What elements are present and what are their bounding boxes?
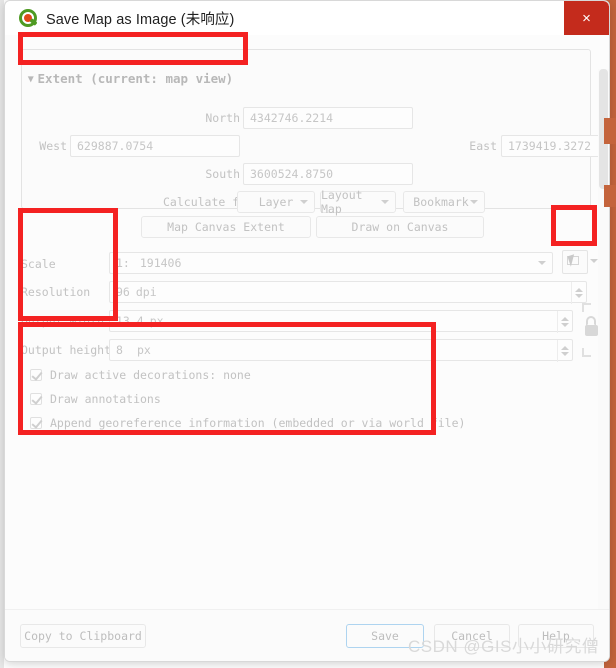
output-width-input[interactable]: 13 4 px (109, 310, 573, 333)
output-height-stepper[interactable] (557, 340, 572, 362)
checkbox-indicator (30, 393, 42, 405)
north-input[interactable]: 4342746.2214 (243, 107, 413, 129)
resolution-value: 96 (116, 285, 130, 299)
draw-active-decorations-checkbox[interactable]: Draw active decorations: none (30, 368, 251, 382)
output-height-label: Output height (21, 343, 112, 357)
west-label: West (39, 139, 67, 153)
scale-label: Scale (21, 257, 56, 271)
dialog-body: ▼ Extent (current: map view) North 434274… (5, 35, 609, 661)
extent-group-title[interactable]: ▼ Extent (current: map view) (27, 71, 233, 86)
scale-prefix: 1: (116, 256, 130, 270)
resolution-unit: dpi (135, 285, 157, 299)
resolution-label: Resolution (21, 285, 91, 299)
draw-active-decorations-label: Draw active decorations: none (50, 368, 251, 382)
chevron-down-icon (381, 200, 389, 204)
chevron-down-icon (470, 200, 478, 204)
background-map-blob (604, 118, 616, 144)
output-height-unit: px (136, 343, 151, 357)
calculate-from-layer-dropdown[interactable]: Layer (237, 191, 315, 213)
scale-input[interactable]: 1: 191406 (109, 252, 553, 274)
east-input[interactable]: 1739419.3272 (501, 135, 609, 157)
output-height-input[interactable]: 8 px (109, 339, 573, 362)
resolution-stepper[interactable] (571, 282, 586, 304)
background-map-blob (604, 185, 616, 207)
output-width-value: 13 4 (116, 314, 144, 328)
map-canvas-extent-button[interactable]: Map Canvas Extent (141, 216, 311, 238)
append-georeference-checkbox[interactable]: Append georeference information (embedde… (30, 416, 465, 430)
north-label: North (205, 111, 240, 125)
vertical-scrollbar[interactable] (598, 69, 609, 649)
checkbox-indicator (30, 369, 42, 381)
calculate-from-bookmark-label: Bookmark (413, 195, 469, 209)
west-input[interactable]: 629887.0754 (70, 135, 240, 157)
calculate-from-layout-map-label: Layout Map (321, 188, 363, 216)
south-label: South (205, 167, 240, 181)
draw-annotations-checkbox[interactable]: Draw annotations (30, 392, 161, 406)
calculate-from-layer-label: Layer (258, 195, 294, 209)
east-label: East (469, 139, 497, 153)
collapse-triangle-icon: ▼ (27, 72, 34, 85)
window-title: Save Map as Image (未响应) (46, 11, 235, 28)
append-georeference-label: Append georeference information (embedde… (50, 416, 466, 430)
chevron-down-icon (300, 200, 308, 204)
pointer-select-icon[interactable] (562, 250, 588, 274)
screenshot-root: Save Map as Image (未响应) × ▼ Extent (curre… (0, 0, 616, 668)
csdn-watermark: CSDN @GIS小小研究僧 (408, 637, 600, 656)
calculate-from-layout-map-dropdown[interactable]: Layout Map (320, 188, 396, 216)
calculate-from-bookmark-dropdown[interactable]: Bookmark (403, 191, 485, 213)
output-height-value: 8 (116, 343, 123, 357)
close-icon[interactable]: × (564, 1, 609, 35)
extent-group-title-text: Extent (current: map view) (37, 71, 234, 86)
draw-on-canvas-button[interactable]: Draw on Canvas (316, 216, 484, 238)
output-width-label: Output width (21, 314, 105, 328)
save-map-as-image-dialog: Save Map as Image (未响应) × ▼ Extent (curre… (4, 0, 610, 662)
title-bar: Save Map as Image (未响应) × (5, 1, 609, 35)
checkbox-indicator (30, 417, 42, 429)
copy-to-clipboard-button[interactable]: Copy to Clipboard (20, 624, 146, 648)
qgis-logo-icon (19, 9, 38, 27)
output-width-stepper[interactable] (557, 311, 572, 333)
resolution-input[interactable]: 96 dpi (109, 281, 587, 304)
chevron-down-icon (538, 261, 546, 265)
draw-annotations-label: Draw annotations (50, 392, 161, 406)
output-width-unit: px (149, 314, 164, 328)
chevron-down-icon[interactable] (590, 259, 598, 263)
south-input[interactable]: 3600524.8750 (243, 163, 413, 185)
scale-value: 191406 (139, 256, 182, 270)
